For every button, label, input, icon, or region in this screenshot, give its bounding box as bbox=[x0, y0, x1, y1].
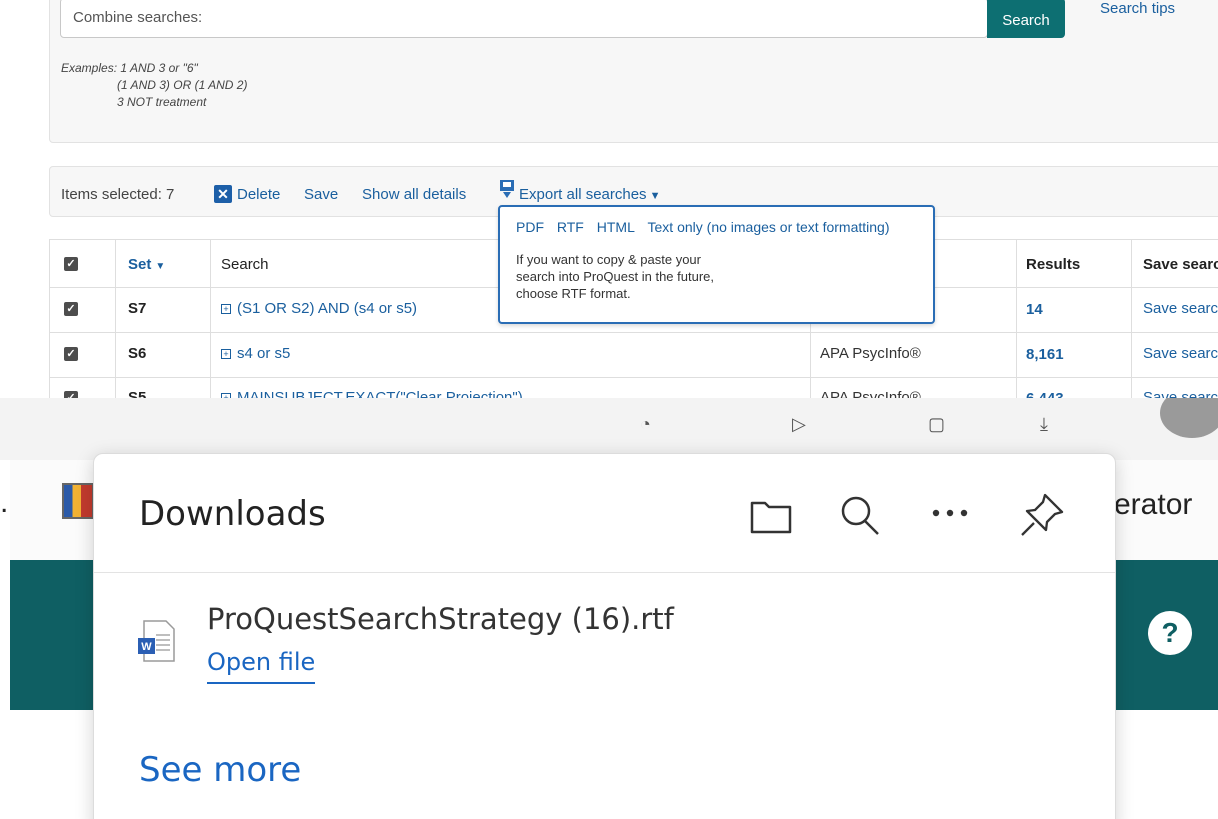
browser-window: ◔ ▷ ▢ ⤓ . erator ? Downloads W ProQuestS… bbox=[0, 398, 1218, 819]
table-row-border bbox=[49, 377, 1218, 378]
export-note: If you want to copy & paste your search … bbox=[516, 251, 776, 302]
site-logo-icon bbox=[62, 483, 94, 519]
save-search-link[interactable]: Save search bbox=[1143, 389, 1218, 398]
delete-icon[interactable]: ✕ bbox=[214, 185, 232, 203]
media-icon[interactable]: ▷ bbox=[792, 414, 806, 435]
export-format-popover: PDF RTF HTML Text only (no images or tex… bbox=[498, 205, 935, 324]
results-count-link[interactable]: 6,443 bbox=[1026, 390, 1064, 398]
set-id: S6 bbox=[128, 345, 147, 362]
search-query-link[interactable]: + (S1 OR S2) AND (s4 or s5) bbox=[221, 300, 417, 317]
export-note-line: search into ProQuest in the future, bbox=[516, 269, 714, 284]
search-column-header: Search bbox=[221, 256, 269, 273]
background-text: erator bbox=[1114, 488, 1193, 521]
table-col-border bbox=[115, 239, 116, 398]
results-count-link[interactable]: 8,161 bbox=[1026, 346, 1064, 363]
search-query-text: s4 or s5 bbox=[237, 345, 291, 362]
examples-label: Examples: bbox=[61, 61, 118, 75]
set-header-label: Set bbox=[128, 256, 152, 273]
table-col-border bbox=[1131, 239, 1132, 398]
table-row-border bbox=[49, 332, 1218, 333]
sort-caret-icon: ▼ bbox=[155, 261, 166, 272]
more-options-icon[interactable] bbox=[930, 506, 970, 520]
search-query-link[interactable]: + s4 or s5 bbox=[221, 345, 290, 362]
downloads-title: Downloads bbox=[139, 494, 326, 534]
example-3: 3 NOT treatment bbox=[117, 95, 207, 109]
items-selected-count: Items selected: 7 bbox=[61, 186, 175, 203]
downloads-flyout: Downloads W ProQuestSearchStrategy (16).… bbox=[93, 453, 1116, 819]
export-pdf-link[interactable]: PDF bbox=[516, 219, 544, 235]
save-button[interactable]: Save bbox=[304, 186, 338, 203]
save-search-link[interactable]: Save search bbox=[1143, 345, 1218, 362]
export-all-searches-button[interactable]: Export all searches ▼ bbox=[519, 186, 660, 203]
export-rtf-link[interactable]: RTF bbox=[557, 219, 584, 235]
expand-icon[interactable]: + bbox=[221, 349, 231, 359]
table-col-border bbox=[49, 239, 50, 398]
search-query-link[interactable]: + MAINSUBJECT.EXACT("Clear Projection") bbox=[221, 389, 523, 398]
search-icon[interactable] bbox=[839, 494, 881, 536]
extensions-icon[interactable]: ◔ bbox=[640, 414, 651, 435]
database-name: APA PsycInfo® bbox=[820, 345, 921, 362]
export-all-label: Export all searches bbox=[519, 186, 647, 203]
browser-toolbar bbox=[0, 398, 1218, 460]
export-note-line: choose RTF format. bbox=[516, 286, 631, 301]
show-all-details-link[interactable]: Show all details bbox=[362, 186, 466, 203]
leading-dot: . bbox=[0, 486, 9, 519]
export-note-line: If you want to copy & paste your bbox=[516, 252, 701, 267]
example-1: 1 AND 3 or "6" bbox=[120, 61, 198, 75]
save-search-link[interactable]: Save search bbox=[1143, 300, 1218, 317]
help-icon[interactable]: ? bbox=[1148, 611, 1192, 655]
table-col-border bbox=[210, 239, 211, 398]
see-more-link[interactable]: See more bbox=[139, 750, 301, 790]
pin-icon[interactable] bbox=[1019, 492, 1065, 536]
expand-icon[interactable]: + bbox=[221, 304, 231, 314]
delete-button[interactable]: Delete bbox=[237, 186, 280, 203]
search-button[interactable]: Search bbox=[987, 0, 1065, 38]
set-id: S5 bbox=[128, 389, 147, 398]
database-name: APA PsycInfo® bbox=[820, 389, 921, 398]
search-tips-link[interactable]: Search tips bbox=[1100, 0, 1175, 17]
download-icon[interactable]: ⤓ bbox=[1040, 414, 1048, 435]
download-file-name: ProQuestSearchStrategy (16).rtf bbox=[207, 602, 674, 636]
example-2: (1 AND 3) OR (1 AND 2) bbox=[117, 78, 248, 92]
export-format-list: PDF RTF HTML Text only (no images or tex… bbox=[516, 219, 899, 235]
caret-down-icon: ▼ bbox=[649, 190, 661, 202]
open-file-link[interactable]: Open file bbox=[207, 648, 316, 684]
results-column-header: Results bbox=[1026, 256, 1081, 273]
results-count-link[interactable]: 14 bbox=[1026, 301, 1043, 318]
search-query-text: (S1 OR S2) AND (s4 or s5) bbox=[237, 300, 418, 317]
flyout-divider bbox=[94, 572, 1115, 573]
row-checkbox[interactable]: ✓ bbox=[64, 302, 78, 316]
combine-searches-input[interactable]: Combine searches: bbox=[60, 0, 988, 38]
search-query-text: MAINSUBJECT.EXACT("Clear Projection") bbox=[237, 389, 523, 398]
table-col-border bbox=[1016, 239, 1017, 398]
set-column-header[interactable]: Set ▼ bbox=[128, 256, 165, 273]
export-html-link[interactable]: HTML bbox=[597, 219, 635, 235]
export-text-only-link[interactable]: Text only (no images or text formatting) bbox=[648, 219, 890, 235]
select-all-checkbox[interactable]: ✓ bbox=[64, 257, 78, 271]
word-document-icon: W bbox=[138, 620, 175, 662]
search-history-panel: Combine searches: Search Search tips Exa… bbox=[0, 0, 1218, 398]
examples-text: Examples: 1 AND 3 or "6" (1 AND 3) OR (1… bbox=[61, 60, 247, 111]
svg-text:W: W bbox=[141, 641, 152, 653]
export-icon[interactable] bbox=[499, 180, 515, 198]
row-checkbox[interactable]: ✓ bbox=[64, 391, 78, 398]
set-id: S7 bbox=[128, 300, 147, 317]
open-folder-icon[interactable] bbox=[749, 497, 793, 535]
save-search-column-header: Save search bbox=[1143, 256, 1218, 273]
row-checkbox[interactable]: ✓ bbox=[64, 347, 78, 361]
collections-icon[interactable]: ▢ bbox=[928, 414, 945, 435]
